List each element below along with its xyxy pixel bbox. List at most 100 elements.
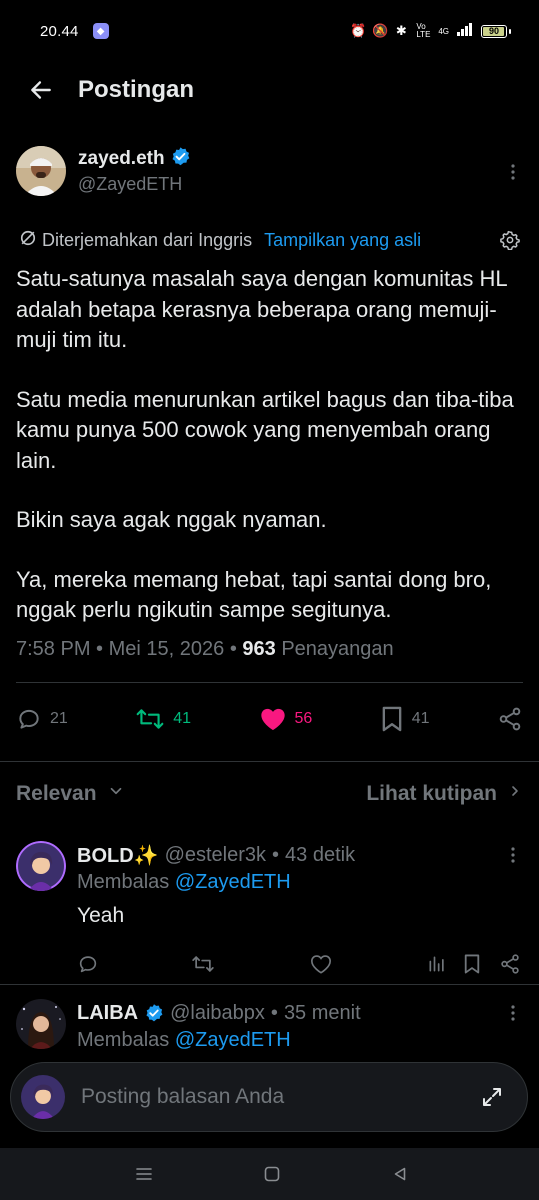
- replying-mention[interactable]: @ZayedETH: [175, 1029, 291, 1051]
- repost-icon: [135, 706, 165, 732]
- show-original-link[interactable]: Tampilkan yang asli: [264, 230, 421, 251]
- back-nav-icon[interactable]: [380, 1154, 420, 1194]
- verified-badge-icon: [170, 146, 191, 172]
- reply-author-name[interactable]: LAIBA: [77, 1002, 138, 1025]
- reply-button[interactable]: 21: [16, 706, 68, 732]
- chevron-down-icon: [107, 782, 125, 806]
- meta-separator: •: [270, 1001, 278, 1024]
- post-meta: 7:58 PM • Mei 15, 2026 • 963 Penayangan: [16, 638, 523, 661]
- translated-label: Diterjemahkan dari Inggris: [42, 229, 253, 250]
- more-options-icon[interactable]: [503, 1003, 523, 1023]
- bookmark-count: 41: [411, 710, 430, 727]
- translate-icon: [18, 228, 38, 253]
- views-icon[interactable]: [427, 954, 447, 974]
- share-button[interactable]: [497, 706, 523, 732]
- post-text: Satu-satunya masalah saya dengan komunit…: [16, 264, 523, 655]
- reply-author-handle[interactable]: @esteler3k: [165, 844, 266, 867]
- signal-icon: [457, 23, 473, 39]
- battery-icon: 90: [481, 24, 511, 38]
- more-options-icon[interactable]: [503, 845, 523, 865]
- views-label: Penayangan: [281, 638, 394, 660]
- page-title: Postingan: [78, 76, 195, 103]
- author-avatar[interactable]: [16, 146, 66, 196]
- expand-icon[interactable]: [475, 1080, 509, 1114]
- post-time: 7:58 PM: [16, 638, 91, 660]
- current-user-avatar: [21, 1075, 65, 1119]
- reply-avatar[interactable]: [16, 999, 66, 1049]
- repost-button[interactable]: 41: [135, 706, 191, 732]
- meta-separator: •: [272, 843, 280, 866]
- reply-count: 21: [50, 710, 68, 727]
- meta-separator: •: [96, 638, 104, 660]
- network-label: 4G: [438, 26, 449, 36]
- battery-level: 90: [488, 25, 499, 36]
- post-paragraph: Ya, mereka memang hebat, tapi santai don…: [16, 566, 492, 623]
- divider: [16, 682, 523, 683]
- reply-action-bar: [77, 951, 523, 977]
- reply-icon[interactable]: [77, 953, 99, 975]
- alarm-icon: ⏰: [350, 23, 367, 38]
- bookmark-icon[interactable]: [463, 953, 481, 975]
- divider: [0, 984, 539, 985]
- view-quotes-link[interactable]: Lihat kutipan: [366, 782, 523, 806]
- replying-prefix: Membalas: [77, 1029, 170, 1051]
- chevron-right-icon: [507, 782, 523, 806]
- replying-prefix: Membalas: [77, 871, 170, 893]
- like-button[interactable]: 56: [259, 706, 313, 732]
- reply-author-name[interactable]: BOLD✨: [77, 843, 159, 868]
- repost-count: 41: [173, 710, 192, 727]
- recent-apps-icon[interactable]: [124, 1154, 164, 1194]
- like-count: 56: [294, 710, 313, 727]
- heart-icon: [259, 706, 287, 732]
- repost-icon[interactable]: [191, 953, 215, 975]
- status-indicators: ⏰ 🔕 ✱ Vo LTE 4G 90: [350, 23, 511, 39]
- heart-icon[interactable]: [310, 953, 332, 975]
- volte-label: Vo LTE: [416, 22, 431, 39]
- author-name[interactable]: zayed.eth: [78, 148, 165, 170]
- replies-sort-bar: Relevan Lihat kutipan: [16, 776, 523, 812]
- status-time: 20.44: [40, 22, 79, 40]
- reply-time: 43 detik: [285, 843, 356, 866]
- status-bar: 20.44 ◆ ⏰ 🔕 ✱ Vo LTE 4G 90: [0, 0, 539, 62]
- reply-author-handle[interactable]: @laibabpx: [170, 1002, 265, 1025]
- home-icon[interactable]: [252, 1154, 292, 1194]
- system-navigation-bar: [0, 1148, 539, 1200]
- replying-to: Membalas @ZayedETH: [77, 871, 523, 894]
- more-options-icon[interactable]: [503, 160, 523, 184]
- section-divider: [0, 761, 539, 762]
- reply-composer[interactable]: Posting balasan Anda: [10, 1062, 528, 1132]
- bluetooth-icon: ✱: [395, 23, 407, 38]
- gear-icon[interactable]: [499, 229, 521, 251]
- post-paragraph: Satu media menurunkan artikel bagus dan …: [16, 386, 514, 473]
- view-quotes-label: Lihat kutipan: [366, 782, 497, 805]
- reply-time: 35 menit: [283, 1001, 361, 1024]
- post-paragraph: Satu-satunya masalah saya dengan komunit…: [16, 266, 507, 352]
- view-count[interactable]: 963: [242, 638, 275, 660]
- mute-icon: 🔕: [372, 23, 389, 38]
- meta-separator: •: [229, 638, 237, 660]
- reply-avatar[interactable]: [16, 841, 66, 891]
- messaging-app-icon: ◆: [92, 23, 109, 39]
- reply-item[interactable]: BOLD✨ @esteler3k • 43 detik Membalas @Za…: [16, 841, 523, 981]
- reply-item[interactable]: LAIBA @laibabpx • 35 menit Membalas @Zay…: [16, 999, 523, 1059]
- replying-to: Membalas @ZayedETH: [77, 1029, 523, 1052]
- reply-input-placeholder[interactable]: Posting balasan Anda: [81, 1085, 284, 1109]
- arrow-left-icon[interactable]: [26, 75, 56, 105]
- share-icon: [497, 706, 523, 732]
- reply-icon: [16, 706, 42, 732]
- post-date: Mei 15, 2026: [108, 638, 225, 660]
- bookmark-button[interactable]: 41: [380, 705, 430, 733]
- sort-label: Relevan: [16, 782, 97, 805]
- sort-relevance-dropdown[interactable]: Relevan: [16, 782, 125, 806]
- post-author: zayed.eth @ZayedETH: [16, 146, 523, 206]
- author-handle[interactable]: @ZayedETH: [78, 174, 191, 195]
- verified-badge-icon: [144, 1003, 164, 1023]
- top-app-bar: Postingan: [0, 62, 539, 118]
- reply-text: Yeah: [77, 904, 125, 927]
- share-icon[interactable]: [499, 953, 521, 975]
- bookmark-icon: [380, 705, 404, 733]
- post-paragraph: Bikin saya agak nggak nyaman.: [16, 507, 327, 532]
- replying-mention[interactable]: @ZayedETH: [175, 871, 291, 893]
- translation-info: Diterjemahkan dari Inggris Tampilkan yan…: [18, 226, 521, 254]
- post-actions: 21 41 56 41: [16, 700, 523, 738]
